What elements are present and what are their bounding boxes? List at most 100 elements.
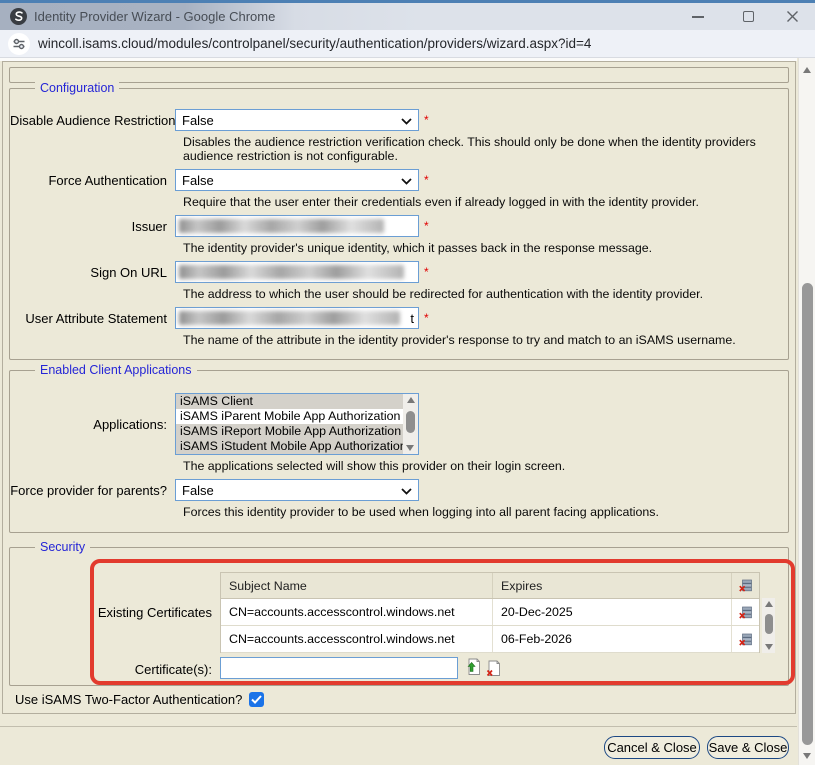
required-marker: * bbox=[424, 173, 429, 187]
list-item[interactable]: iSAMS iStudent Mobile App Authorization … bbox=[176, 439, 405, 454]
close-icon bbox=[786, 10, 799, 23]
certificates-table: Subject Name Expires bbox=[220, 572, 760, 653]
table-row[interactable]: CN=accounts.accesscontrol.windows.net 20… bbox=[221, 599, 759, 626]
issuer-label: Issuer bbox=[10, 219, 175, 234]
subject-name-header: Subject Name bbox=[221, 573, 493, 598]
issuer-input[interactable] bbox=[175, 215, 419, 237]
existing-certificates-label: Existing Certificates bbox=[10, 605, 212, 620]
scrolled-fieldset-partial bbox=[9, 67, 789, 83]
issuer-row: Issuer * bbox=[10, 215, 788, 237]
expires-cell: 06-Feb-2026 bbox=[493, 626, 731, 652]
required-marker: * bbox=[424, 113, 429, 127]
expires-header: Expires bbox=[493, 573, 731, 598]
delete-row-cell[interactable] bbox=[731, 626, 759, 652]
minimize-icon bbox=[692, 16, 704, 18]
url-bar[interactable]: wincoll.isams.cloud/modules/controlpanel… bbox=[0, 30, 815, 58]
force-provider-for-parents-description: Forces this identity provider to be used… bbox=[183, 505, 768, 519]
force-provider-for-parents-select[interactable]: False bbox=[175, 479, 419, 501]
list-item[interactable]: iSAMS Client bbox=[176, 394, 405, 409]
chevron-down-icon bbox=[401, 488, 412, 495]
visible-suffix: t bbox=[410, 311, 414, 326]
redacted-value bbox=[179, 311, 400, 325]
subject-name-cell: CN=accounts.accesscontrol.windows.net bbox=[221, 599, 493, 625]
certificates-label: Certificate(s): bbox=[10, 662, 212, 677]
security-fieldset: Security Existing Certificates Subject N… bbox=[9, 547, 789, 686]
cancel-close-button[interactable]: Cancel & Close bbox=[604, 736, 700, 759]
checkmark-icon bbox=[251, 695, 262, 704]
upload-certificate-icon[interactable] bbox=[465, 658, 481, 676]
user-attribute-statement-label: User Attribute Statement bbox=[10, 311, 175, 326]
delete-certificate-icon bbox=[739, 606, 752, 619]
force-provider-for-parents-row: Force provider for parents? False bbox=[10, 479, 788, 501]
close-button[interactable] bbox=[772, 3, 812, 30]
sign-on-url-description: The address to which the user should be … bbox=[183, 287, 768, 301]
chevron-down-icon bbox=[401, 118, 412, 125]
scroll-up-icon[interactable] bbox=[765, 601, 773, 607]
scroll-up-icon[interactable] bbox=[407, 397, 415, 403]
redacted-value bbox=[179, 265, 404, 279]
two-factor-row: Use iSAMS Two-Factor Authentication? bbox=[15, 691, 264, 707]
table-row[interactable]: CN=accounts.accesscontrol.windows.net 06… bbox=[221, 626, 759, 653]
delete-certificate-icon bbox=[739, 633, 752, 646]
form-viewport: Configuration Disable Audience Restricti… bbox=[2, 61, 796, 714]
two-factor-checkbox[interactable] bbox=[249, 692, 264, 707]
save-close-button[interactable]: Save & Close bbox=[707, 736, 789, 759]
disable-audience-restriction-label: Disable Audience Restriction bbox=[10, 113, 175, 128]
maximize-button[interactable] bbox=[728, 3, 768, 30]
redacted-value bbox=[179, 219, 384, 233]
listbox-scrollbar[interactable] bbox=[403, 394, 418, 454]
footer-divider bbox=[0, 726, 797, 727]
user-attribute-statement-row: User Attribute Statement t * bbox=[10, 307, 788, 329]
identity-provider-wizard-window: Identity Provider Wizard - Google Chrome… bbox=[0, 0, 815, 765]
scroll-down-icon[interactable] bbox=[803, 753, 811, 759]
site-settings-button[interactable] bbox=[8, 33, 30, 55]
minimize-button[interactable] bbox=[678, 3, 718, 30]
maximize-icon bbox=[743, 11, 754, 22]
force-authentication-label: Force Authentication bbox=[10, 173, 175, 188]
scrollbar-thumb[interactable] bbox=[765, 614, 773, 634]
enabled-client-applications-fieldset: Enabled Client Applications Applications… bbox=[9, 370, 789, 533]
applications-row: Applications: iSAMS Client iSAMS iParent… bbox=[10, 393, 788, 455]
remove-certificate-icon[interactable] bbox=[485, 660, 501, 677]
configuration-legend: Configuration bbox=[35, 81, 119, 96]
chevron-down-icon bbox=[401, 178, 412, 185]
sign-on-url-input[interactable] bbox=[175, 261, 419, 283]
tune-icon bbox=[12, 37, 26, 51]
applications-description: The applications selected will show this… bbox=[183, 459, 768, 473]
required-marker: * bbox=[424, 219, 429, 233]
scrollbar-thumb[interactable] bbox=[406, 411, 415, 433]
disable-audience-restriction-row: Disable Audience Restriction False * bbox=[10, 109, 788, 131]
delete-all-cell[interactable] bbox=[731, 573, 759, 598]
page-content: Configuration Disable Audience Restricti… bbox=[0, 58, 815, 765]
scrollbar-thumb[interactable] bbox=[802, 283, 813, 745]
table-scrollbar[interactable] bbox=[762, 598, 775, 653]
window-titlebar: Identity Provider Wizard - Google Chrome bbox=[0, 0, 815, 30]
page-scrollbar[interactable] bbox=[798, 58, 815, 765]
certificates-input[interactable] bbox=[220, 657, 458, 679]
url-text[interactable]: wincoll.isams.cloud/modules/controlpanel… bbox=[38, 30, 591, 58]
expires-cell: 20-Dec-2025 bbox=[493, 599, 731, 625]
disable-audience-restriction-select[interactable]: False bbox=[175, 109, 419, 131]
table-header-row: Subject Name Expires bbox=[221, 573, 759, 599]
delete-row-cell[interactable] bbox=[731, 599, 759, 625]
force-authentication-row: Force Authentication False * bbox=[10, 169, 788, 191]
configuration-fieldset: Configuration Disable Audience Restricti… bbox=[9, 88, 789, 360]
window-title: Identity Provider Wizard - Google Chrome bbox=[34, 3, 275, 30]
select-value: False bbox=[176, 483, 214, 498]
issuer-description: The identity provider's unique identity,… bbox=[183, 241, 768, 255]
two-factor-label: Use iSAMS Two-Factor Authentication? bbox=[15, 692, 242, 707]
delete-certificate-icon bbox=[739, 579, 752, 592]
applications-listbox[interactable]: iSAMS Client iSAMS iParent Mobile App Au… bbox=[175, 393, 419, 455]
enabled-client-applications-legend: Enabled Client Applications bbox=[35, 363, 197, 378]
force-authentication-select[interactable]: False bbox=[175, 169, 419, 191]
list-item[interactable]: iSAMS iParent Mobile App Authorization C… bbox=[176, 409, 405, 424]
sign-on-url-row: Sign On URL * bbox=[10, 261, 788, 283]
force-provider-for-parents-label: Force provider for parents? bbox=[10, 483, 175, 498]
list-item[interactable]: iSAMS iReport Mobile App Authorization C… bbox=[176, 424, 405, 439]
user-attribute-statement-description: The name of the attribute in the identit… bbox=[183, 333, 768, 347]
scroll-down-icon[interactable] bbox=[765, 644, 773, 650]
scroll-up-icon[interactable] bbox=[803, 67, 811, 73]
user-attribute-statement-input[interactable]: t bbox=[175, 307, 419, 329]
scroll-down-icon[interactable] bbox=[406, 445, 414, 451]
required-marker: * bbox=[424, 265, 429, 279]
